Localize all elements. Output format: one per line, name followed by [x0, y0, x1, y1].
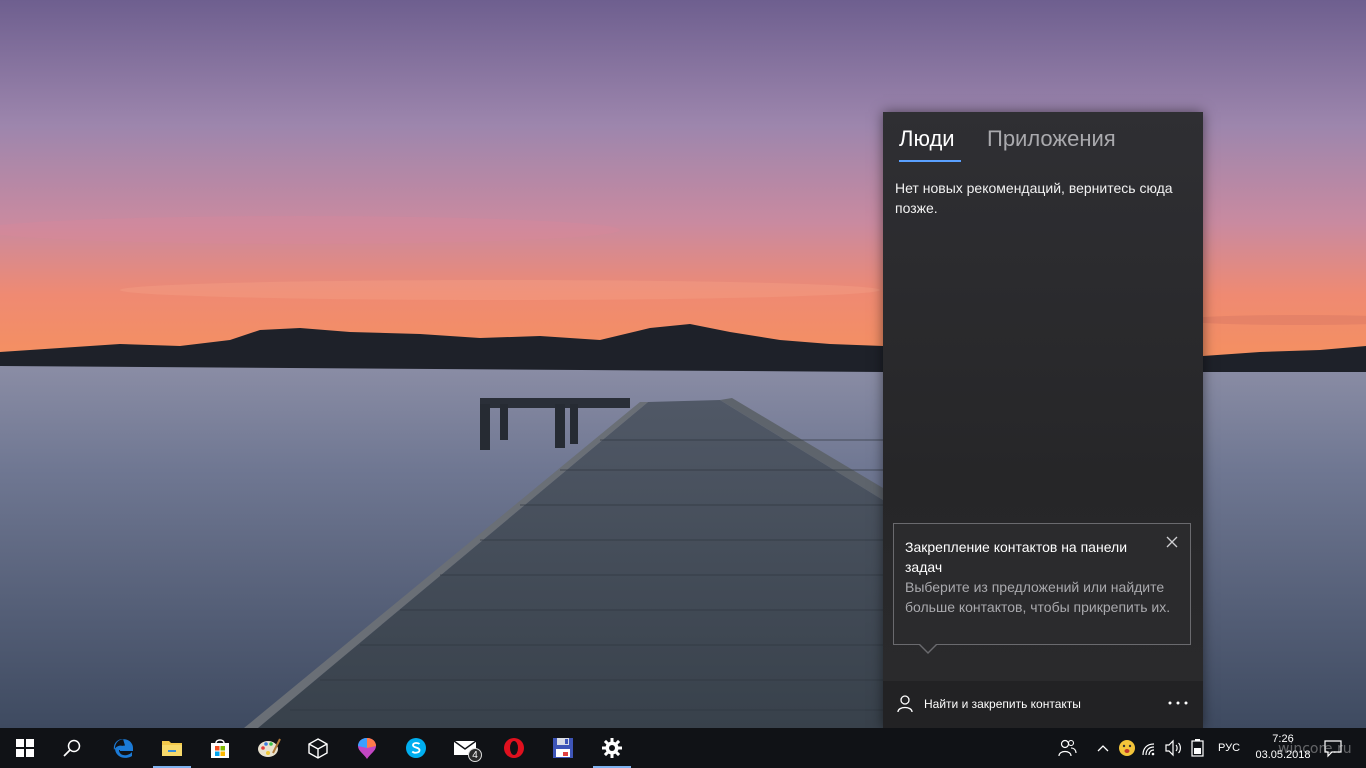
- watermark: wincore.ru: [1278, 741, 1352, 757]
- skype-icon: [406, 738, 426, 758]
- speaker-icon: [1165, 739, 1181, 757]
- taskbar-app-paint-3d[interactable]: [344, 728, 390, 768]
- search-button[interactable]: [49, 728, 95, 768]
- taskbar: 4 РУС 7:26 03.05.2018: [0, 728, 1366, 768]
- folder-icon: [162, 741, 182, 756]
- taskbar-app-edge[interactable]: [100, 728, 146, 768]
- input-language-indicator[interactable]: РУС: [1214, 728, 1244, 768]
- chevron-up-icon: [1097, 745, 1109, 752]
- wifi-icon: [1142, 743, 1155, 756]
- close-tip-button[interactable]: [1164, 534, 1180, 550]
- start-button[interactable]: [2, 728, 48, 768]
- tip-body: Выберите из предложений или найдите боль…: [905, 579, 1171, 615]
- active-tab-indicator: [899, 160, 961, 162]
- more-options-button[interactable]: [1167, 693, 1189, 713]
- close-icon: [1166, 536, 1178, 548]
- people-button[interactable]: [1057, 738, 1077, 758]
- taskbar-app-skype[interactable]: [393, 728, 439, 768]
- find-and-pin-contacts-button[interactable]: Найти и закрепить контакты: [897, 694, 1081, 714]
- search-icon: [63, 739, 81, 757]
- battery-icon: [1191, 739, 1204, 757]
- tray-app-emoji[interactable]: [1117, 738, 1137, 758]
- network-button[interactable]: [1141, 738, 1161, 758]
- floppy-icon: [553, 738, 573, 758]
- tip-title: Закрепление контактов на панели задач: [905, 539, 1128, 575]
- find-contacts-label: Найти и закрепить контакты: [924, 697, 1081, 711]
- tab-people[interactable]: Люди: [899, 126, 955, 152]
- cube-icon: [308, 738, 328, 759]
- gear-icon: [602, 738, 622, 758]
- emoji-face-icon: [1119, 740, 1135, 756]
- volume-button[interactable]: [1164, 738, 1184, 758]
- store-icon: [211, 739, 229, 758]
- pin-contacts-tip: Закрепление контактов на панели задач Вы…: [893, 523, 1191, 645]
- people-footer: Найти и закрепить контакты: [883, 681, 1203, 728]
- paint-3d-icon: [358, 738, 376, 759]
- ellipsis-icon: [1168, 701, 1188, 705]
- taskbar-app-3d-viewer[interactable]: [295, 728, 341, 768]
- taskbar-app-store[interactable]: [197, 728, 243, 768]
- people-icon: [1058, 739, 1077, 757]
- person-icon: [897, 695, 913, 713]
- battery-button[interactable]: [1188, 738, 1208, 758]
- taskbar-app-paint[interactable]: [246, 728, 292, 768]
- paint-palette-icon: [258, 738, 281, 757]
- mail-unread-badge: 4: [468, 748, 482, 762]
- tip-arrow-fill: [919, 643, 937, 652]
- show-hidden-icons-button[interactable]: [1093, 738, 1113, 758]
- edge-icon: [113, 739, 133, 758]
- taskbar-app-file-explorer[interactable]: [149, 728, 195, 768]
- opera-icon: [504, 738, 524, 758]
- windows-logo-icon: [16, 739, 34, 757]
- taskbar-app-mail[interactable]: 4: [442, 728, 488, 768]
- tab-apps[interactable]: Приложения: [987, 126, 1116, 152]
- empty-recommendations-message: Нет новых рекомендаций, вернитесь сюда п…: [895, 180, 1173, 216]
- taskbar-app-settings[interactable]: [589, 728, 635, 768]
- taskbar-app-opera[interactable]: [491, 728, 537, 768]
- taskbar-app-floppy[interactable]: [540, 728, 586, 768]
- people-flyout: Люди Приложения Нет новых рекомендаций, …: [883, 112, 1203, 728]
